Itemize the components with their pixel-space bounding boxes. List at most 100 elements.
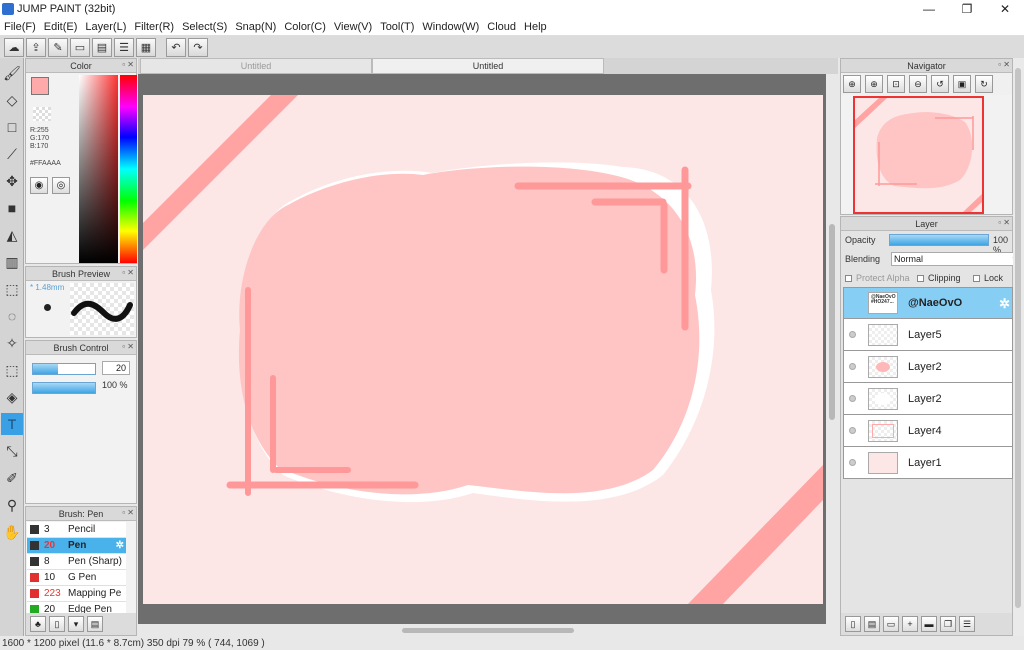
comment-icon[interactable]: ✎	[48, 37, 68, 57]
gradient-tool-icon[interactable]: ▥	[1, 251, 23, 273]
select-rect-tool-icon[interactable]: ⬚	[1, 278, 23, 300]
layer-row-layer5[interactable]: Layer5	[843, 319, 1013, 351]
gear-icon[interactable]: ✲	[999, 296, 1010, 312]
bucket-tool-icon[interactable]: ◭	[1, 224, 23, 246]
select-eraser-tool-icon[interactable]: ◈	[1, 386, 23, 408]
layer-row-layer4[interactable]: Layer4	[843, 415, 1013, 447]
rotate-left-icon[interactable]: ↺	[931, 75, 949, 93]
fill-rect-tool-icon[interactable]: ■	[1, 197, 23, 219]
share-icon[interactable]: ⇪	[26, 37, 46, 57]
drawing-canvas[interactable]	[143, 95, 823, 604]
new-layer-icon[interactable]: ▯	[845, 616, 861, 632]
new-brush-icon[interactable]: ▯	[49, 616, 65, 632]
visibility-icon[interactable]	[844, 331, 860, 338]
line-tool-icon[interactable]: ⟋	[1, 143, 23, 165]
tab-untitled-1[interactable]: Untitled	[140, 58, 372, 74]
protect-alpha-checkbox[interactable]: Protect Alpha	[845, 273, 910, 283]
menu-filter[interactable]: Filter(R)	[130, 21, 178, 33]
zoom-out-icon[interactable]: ⊖	[909, 75, 927, 93]
visibility-icon[interactable]	[844, 395, 860, 402]
menu-snap[interactable]: Snap(N)	[231, 21, 280, 33]
transparent-swatch[interactable]	[33, 107, 51, 121]
layer-row-layer2-b[interactable]: Layer2	[843, 383, 1013, 415]
brush-item-g-pen[interactable]: 10 G Pen	[27, 570, 126, 586]
select-pen-tool-icon[interactable]: ⬚	[1, 359, 23, 381]
menu-view[interactable]: View(V)	[330, 21, 376, 33]
chat-icon[interactable]: ▭	[70, 37, 90, 57]
zoom-in-icon[interactable]: ⊕	[843, 75, 861, 93]
new-layer-8bit-icon[interactable]: ▤	[864, 616, 880, 632]
magic-wand-tool-icon[interactable]: ✧	[1, 332, 23, 354]
eyedropper-tool-icon[interactable]: ⚲	[1, 494, 23, 516]
maximize-button[interactable]: ❐	[948, 0, 986, 18]
brush-opacity-slider[interactable]	[32, 382, 96, 394]
palette-edit-icon[interactable]: ◎	[52, 177, 70, 194]
tab-untitled-2[interactable]: Untitled	[372, 58, 604, 74]
layer-row-layer1[interactable]: Layer1	[843, 447, 1013, 479]
visibility-icon[interactable]	[844, 427, 860, 434]
blending-select[interactable]: Normal▾	[891, 252, 1021, 266]
brush-size-input[interactable]: 20	[102, 361, 130, 375]
cloud-icon[interactable]: ☁	[4, 37, 24, 57]
lock-checkbox[interactable]: Lock	[973, 273, 1003, 283]
layer-row-layer2-a[interactable]: Layer2	[843, 351, 1013, 383]
menu-edit[interactable]: Edit(E)	[40, 21, 82, 33]
transform-tool-icon[interactable]: ⤡	[1, 440, 23, 462]
menu-tool[interactable]: Tool(T)	[376, 21, 418, 33]
menu-help[interactable]: Help	[520, 21, 551, 33]
menu-cloud[interactable]: Cloud	[483, 21, 520, 33]
redo-icon[interactable]: ↷	[188, 37, 208, 57]
visibility-icon[interactable]	[844, 459, 860, 466]
new-layer-1bit-icon[interactable]: ▭	[883, 616, 899, 632]
reset-view-icon[interactable]: ▣	[953, 75, 971, 93]
hand-tool-icon[interactable]: ✋	[1, 521, 23, 543]
list-icon[interactable]: ☰	[114, 37, 134, 57]
fit-screen-icon[interactable]: ⊡	[887, 75, 905, 93]
canvas-horizontal-scrollbar[interactable]	[144, 625, 830, 636]
clipping-checkbox[interactable]: Clipping	[917, 273, 961, 283]
main-color-swatch[interactable]	[31, 77, 49, 95]
hue-slider[interactable]	[120, 75, 137, 263]
layer-name: Layer5	[908, 328, 942, 341]
lasso-tool-icon[interactable]: ◌	[1, 305, 23, 327]
eraser-tool-icon[interactable]: ◇	[1, 89, 23, 111]
navigator-thumbnail[interactable]	[853, 96, 984, 214]
brush-item-pencil[interactable]: 3 Pencil	[27, 522, 126, 538]
visibility-icon[interactable]	[844, 363, 860, 370]
canvas-vertical-scrollbar[interactable]	[826, 74, 838, 624]
layer-thumbnail	[868, 323, 898, 346]
brush-settings-icon[interactable]: ♣	[30, 616, 46, 632]
layer-row-naeovo[interactable]: @NaeOvO #HO247... @NaeOvO ✲	[843, 287, 1013, 319]
saturation-value-picker[interactable]	[79, 75, 118, 263]
brush-size-slider[interactable]	[32, 363, 96, 375]
menu-select[interactable]: Select(S)	[178, 21, 231, 33]
checklist-icon[interactable]: ▦	[136, 37, 156, 57]
brush-copy-icon[interactable]: ▤	[87, 616, 103, 632]
rotate-right-icon[interactable]: ↻	[975, 75, 993, 93]
menu-layer[interactable]: Layer(L)	[81, 21, 130, 33]
folder-icon[interactable]: ▬	[921, 616, 937, 632]
move-tool-icon[interactable]: ✥	[1, 170, 23, 192]
close-button[interactable]: ✕	[986, 0, 1024, 18]
menu-color[interactable]: Color(C)	[280, 21, 330, 33]
layer-opacity-slider[interactable]	[889, 234, 989, 246]
menu-file[interactable]: File(F)	[0, 21, 40, 33]
brush-item-mapping-pen[interactable]: 223 Mapping Pe	[27, 586, 126, 602]
document-icon[interactable]: ▤	[92, 37, 112, 57]
layer-menu-icon[interactable]: ☰	[959, 616, 975, 632]
palette-icon[interactable]: ◉	[30, 177, 48, 194]
zoom-plus-icon[interactable]: ⊕	[865, 75, 883, 93]
text-tool-icon[interactable]: T	[1, 413, 23, 435]
brush-item-pen[interactable]: 20 Pen ✲	[27, 538, 126, 554]
rectangle-tool-icon[interactable]: □	[1, 116, 23, 138]
duplicate-layer-icon[interactable]: ❐	[940, 616, 956, 632]
menu-window[interactable]: Window(W)	[418, 21, 483, 33]
pen-tool-icon[interactable]: ✐	[1, 467, 23, 489]
brush-tool-icon[interactable]: 🖌	[1, 62, 23, 84]
add-layer-menu-icon[interactable]: +	[902, 616, 918, 632]
right-panel-scrollbar[interactable]	[1013, 58, 1024, 636]
undo-icon[interactable]: ↶	[166, 37, 186, 57]
minimize-button[interactable]: —	[910, 0, 948, 18]
brush-item-pen-sharp[interactable]: 8 Pen (Sharp)	[27, 554, 126, 570]
brush-options-icon[interactable]: ▾	[68, 616, 84, 632]
